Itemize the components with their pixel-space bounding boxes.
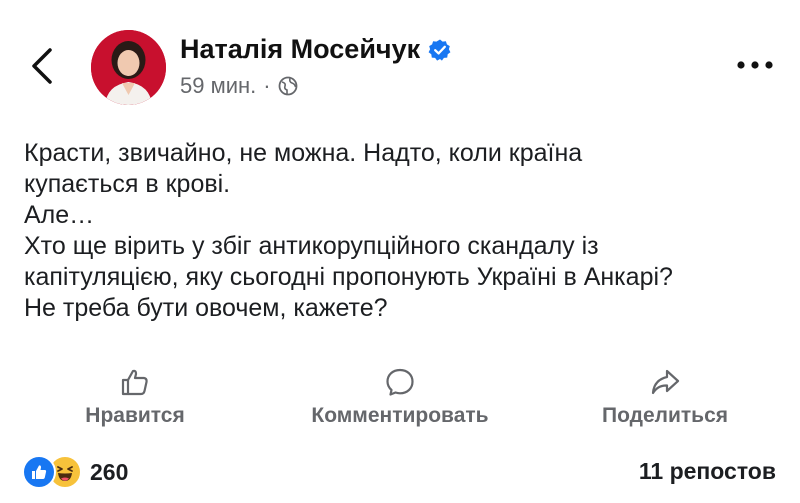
back-chevron-icon [32,48,52,84]
post-line: купається в крові. [24,170,231,198]
post-line: Красти, звичайно, не можна. Надто, коли … [24,139,583,167]
comment-icon [386,368,414,396]
post-line: Не треба бути овочем, кажете? [24,294,388,322]
like-icon [121,369,148,396]
share-button[interactable]: Поделиться [585,366,745,428]
avatar-portrait [91,30,166,105]
more-options-button[interactable] [734,58,776,72]
post-line: Але… [24,201,95,229]
post-line: Хто ще вірить у збіг антикорупційного ск… [24,232,599,260]
avatar[interactable] [91,30,166,105]
author-name[interactable]: Наталія Мосейчук [180,34,420,65]
comment-button[interactable]: Комментировать [290,366,510,428]
like-label: Нравится [85,404,185,427]
reactions-count: 260 [90,458,129,485]
author-line: Наталія Мосейчук [180,34,452,65]
reposts-count[interactable]: 11 репостов [639,458,776,485]
verified-badge-icon [428,39,451,61]
post-meta: 59 мин. · [180,73,298,99]
post-text: Красти, звичайно, не можна. Надто, коли … [24,138,794,324]
like-reaction-icon [22,455,56,489]
share-label: Поделиться [601,404,729,427]
globe-icon [278,76,297,96]
post-line: капітуляцією, яку сьогодні пропонують Ук… [24,263,673,291]
comment-label: Комментировать [311,404,489,427]
reactions-summary[interactable]: 260 [22,455,128,489]
share-icon [651,369,680,395]
more-options-icon [737,61,773,69]
post-time[interactable]: 59 мин. [180,73,256,99]
like-button[interactable]: Нравится [70,366,200,428]
back-button[interactable] [24,44,60,88]
meta-separator: · [263,73,271,98]
